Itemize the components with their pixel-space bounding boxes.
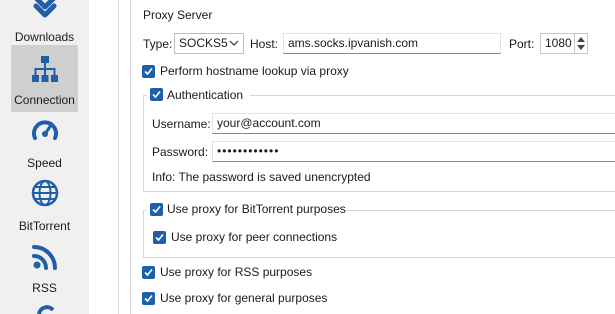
chevron-down-icon	[33, 0, 57, 18]
sidebar-divider	[118, 0, 119, 314]
chevron-down-icon	[229, 40, 239, 46]
partial-icon	[37, 305, 55, 314]
host-value: ams.socks.ipvanish.com	[288, 36, 419, 50]
bittorrent-proxy-checkbox[interactable]	[150, 203, 163, 216]
password-label: Password:	[152, 145, 209, 159]
sidebar: Downloads Connection Speed BitTorrent RS…	[0, 0, 89, 314]
username-value: your@account.com	[217, 116, 321, 130]
port-spinbox[interactable]: 1080	[540, 33, 588, 54]
bittorrent-proxy-label: Use proxy for BitTorrent purposes	[167, 202, 346, 216]
proxy-server-title: Proxy Server	[141, 8, 215, 22]
port-stepper[interactable]	[574, 34, 587, 53]
hostname-lookup-checkbox[interactable]	[142, 65, 155, 78]
sidebar-item-label: Downloads	[14, 30, 75, 44]
username-label: Username:	[152, 117, 211, 131]
authentication-checkbox[interactable]	[150, 88, 163, 101]
host-label: Host:	[250, 37, 279, 51]
authentication-label: Authentication	[167, 88, 244, 102]
port-label: Port:	[509, 37, 535, 51]
checkmark-icon	[155, 233, 164, 242]
peer-connections-label: Use proxy for peer connections	[171, 230, 338, 244]
password-value: ••••••••••••	[217, 144, 280, 158]
proxy-type-select[interactable]: SOCKS5	[174, 33, 244, 54]
checkmark-icon	[144, 294, 153, 303]
password-info-text: Info: The password is saved unencrypted	[152, 170, 371, 184]
port-value: 1080	[545, 36, 572, 50]
hostname-lookup-label: Perform hostname lookup via proxy	[160, 64, 349, 78]
rss-proxy-label: Use proxy for RSS purposes	[160, 265, 313, 279]
sidebar-item-label: Speed	[27, 156, 62, 170]
password-input[interactable]: ••••••••••••	[212, 141, 615, 162]
general-proxy-checkbox[interactable]	[142, 292, 155, 305]
checkmark-icon	[152, 205, 161, 214]
checkmark-icon	[144, 67, 153, 76]
speedometer-icon	[32, 120, 58, 140]
host-input[interactable]: ams.socks.ipvanish.com	[283, 33, 501, 54]
proxy-type-value: SOCKS5	[179, 36, 228, 50]
checkmark-icon	[152, 90, 161, 99]
username-input[interactable]: your@account.com	[212, 113, 615, 134]
arrow-down-icon[interactable]	[577, 45, 585, 51]
type-label: Type:	[143, 37, 173, 51]
rss-icon	[32, 245, 57, 270]
rss-proxy-checkbox[interactable]	[142, 266, 155, 279]
sidebar-item-label: BitTorrent	[18, 219, 71, 233]
peer-connections-checkbox[interactable]	[153, 231, 166, 244]
sidebar-item-label: Connection	[14, 93, 75, 107]
general-proxy-label: Use proxy for general purposes	[160, 291, 328, 305]
arrow-up-icon[interactable]	[577, 36, 585, 42]
network-icon	[32, 56, 58, 82]
globe-icon	[31, 179, 59, 207]
sidebar-item-label: RSS	[32, 281, 57, 295]
checkmark-icon	[144, 268, 153, 277]
